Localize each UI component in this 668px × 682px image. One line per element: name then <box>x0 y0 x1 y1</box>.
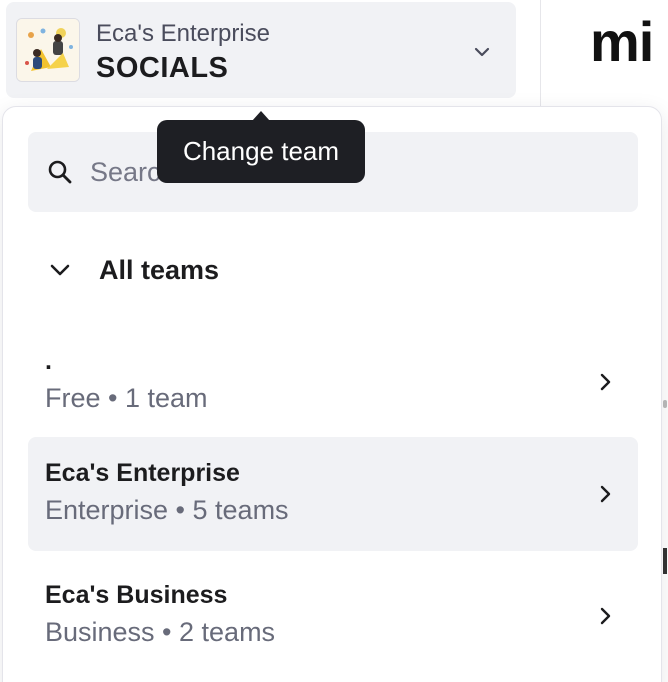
chevron-right-icon <box>600 485 611 503</box>
org-name: Eca's Enterprise <box>45 459 240 487</box>
team-switcher-button[interactable]: Eca's Enterprise SOCIALS <box>6 2 516 98</box>
background-mark <box>663 400 667 408</box>
app-stage: mi Eca's Enterprise SOCIALS Search All t… <box>0 0 668 682</box>
org-plan-meta: Free • 1 team <box>45 383 208 413</box>
org-plan-meta: Business • 2 teams <box>45 617 276 647</box>
team-avatar <box>16 18 80 82</box>
chevron-right-icon <box>600 607 611 625</box>
chevron-right-icon <box>600 373 611 391</box>
team-switcher-dropdown: All teams . Free • 1 team Eca's Enterpri… <box>2 106 662 682</box>
app-logo: mi <box>590 10 654 73</box>
change-team-tooltip: Change team <box>157 111 365 183</box>
all-teams-label: All teams <box>99 254 220 285</box>
org-name: . <box>45 347 52 375</box>
header-divider <box>540 0 541 106</box>
chevron-down-icon <box>50 264 70 276</box>
current-team-name: SOCIALS <box>96 52 229 84</box>
org-plan-meta: Enterprise • 5 teams <box>45 495 289 525</box>
search-icon <box>48 160 72 184</box>
org-item-selected[interactable]: Eca's Enterprise Enterprise • 5 teams <box>28 437 638 551</box>
current-org-name: Eca's Enterprise <box>96 20 270 47</box>
org-name: Eca's Business <box>45 581 228 609</box>
team-illustration-icon <box>17 19 79 81</box>
all-teams-toggle[interactable]: All teams <box>47 253 219 287</box>
org-item[interactable]: Eca's Business Business • 2 teams <box>28 559 638 673</box>
chevron-down-icon <box>474 47 490 57</box>
org-item[interactable]: . Free • 1 team <box>28 325 638 439</box>
background-mark <box>663 548 667 574</box>
